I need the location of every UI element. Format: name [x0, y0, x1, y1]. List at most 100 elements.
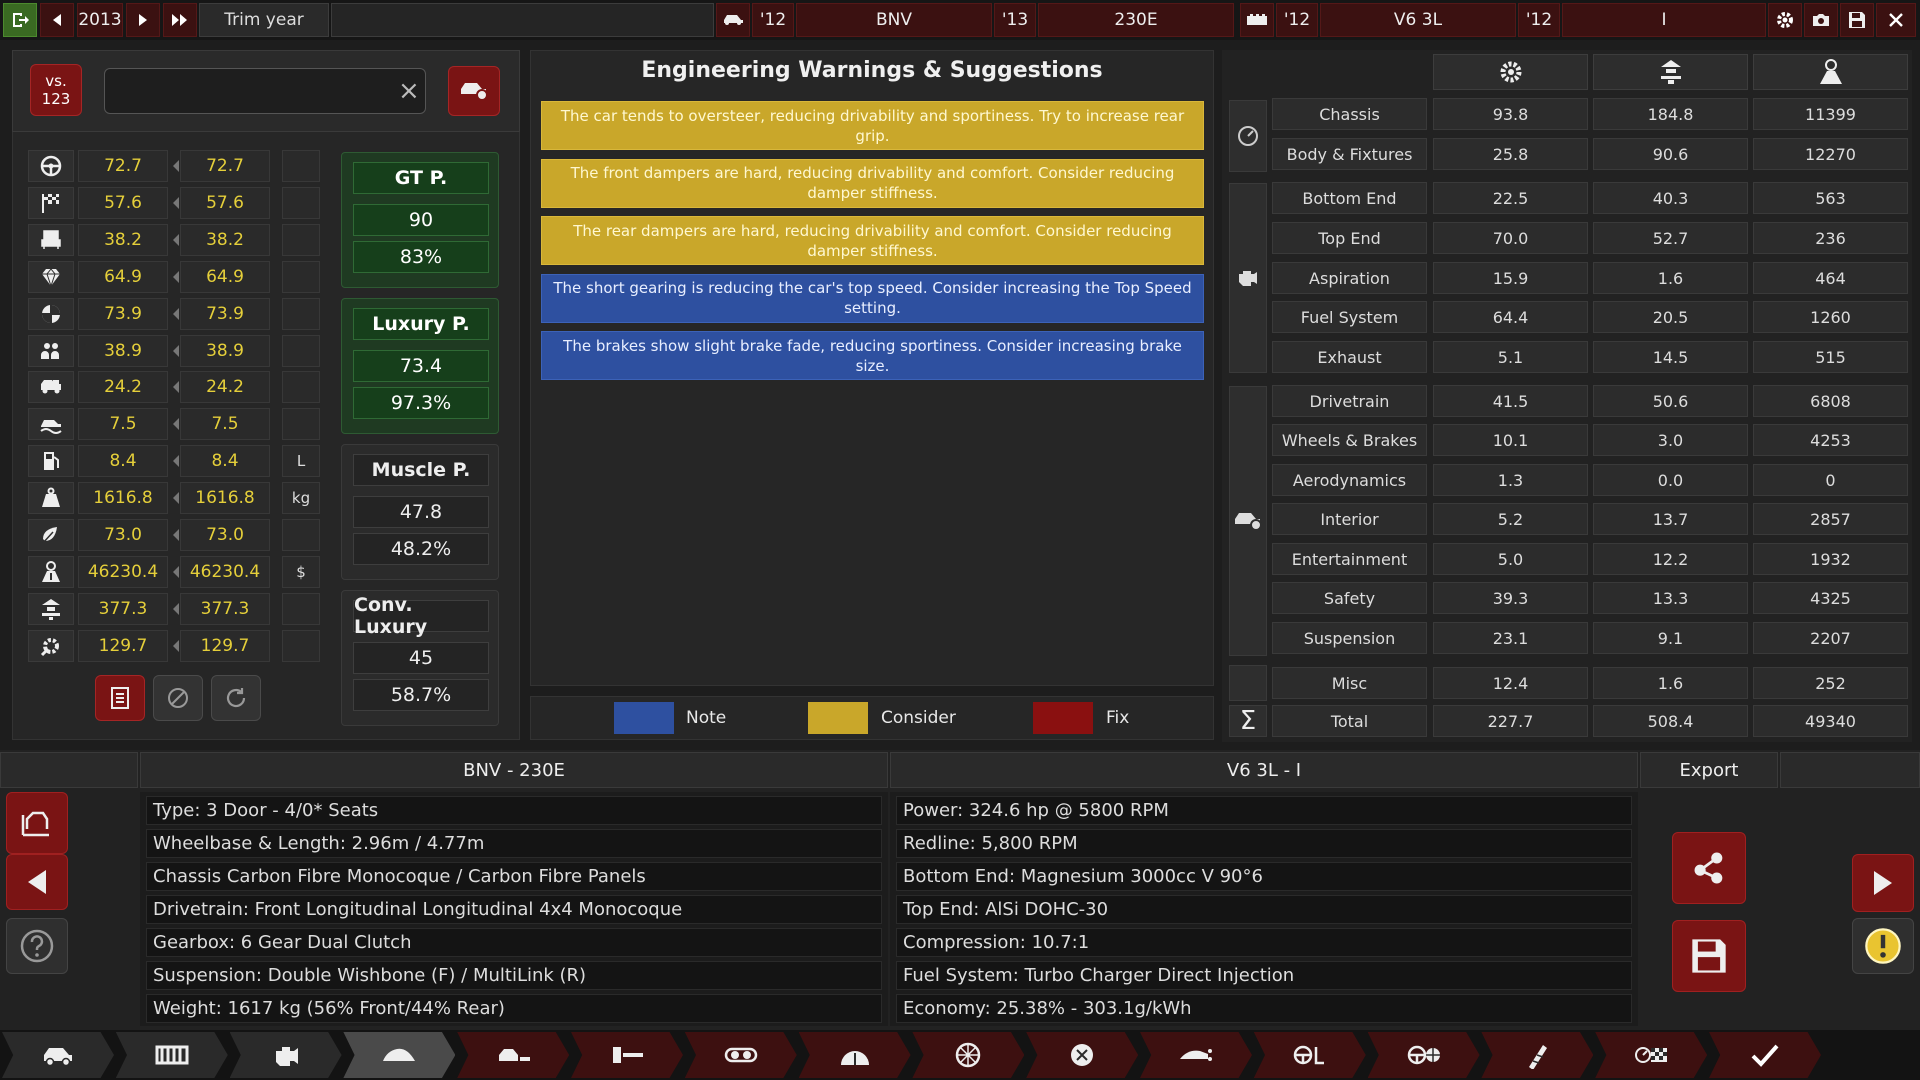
compare-marker-icon — [173, 344, 179, 357]
next-button[interactable] — [1852, 854, 1914, 912]
demographic-card[interactable]: GT P. 90 83% — [341, 152, 499, 288]
stat-unit — [282, 297, 320, 330]
stat-current-value: 38.9 — [78, 334, 168, 367]
part-engineering-time: 39.3 — [1433, 582, 1588, 614]
demographic-card[interactable]: Conv. Luxury 45 58.7% — [341, 590, 499, 726]
brakes-tab[interactable] — [798, 1032, 911, 1078]
stat-row: 46230.4 46230.4 $ — [28, 555, 328, 588]
stat-unit — [282, 150, 320, 182]
warning-item[interactable]: The front dampers are hard, reducing dri… — [541, 158, 1204, 208]
engine-block-icon[interactable] — [1240, 3, 1274, 37]
chassis-tab[interactable] — [115, 1032, 228, 1078]
stat-row: 1616.8 1616.8 kg — [28, 482, 328, 515]
part-engineering-time: 41.5 — [1433, 385, 1588, 417]
drivetrain-tab[interactable] — [684, 1032, 797, 1078]
part-production-units: 40.3 — [1593, 182, 1748, 214]
suspension-tab[interactable] — [912, 1032, 1025, 1078]
camera-icon[interactable] — [1804, 3, 1838, 37]
engine-tab[interactable] — [229, 1032, 342, 1078]
part-production-units: 508.4 — [1593, 705, 1748, 737]
stat-current-value: 7.5 — [78, 408, 168, 441]
trim-name[interactable]: 230E — [1038, 3, 1234, 37]
part-material-cost: 2857 — [1753, 503, 1908, 535]
year-fast-forward-button[interactable] — [163, 3, 197, 37]
confirm-icon — [1751, 1044, 1779, 1067]
stat-compare-value: 73.9 — [180, 297, 270, 330]
summary-line: Drivetrain: Front Longitudinal Longitudi… — [146, 895, 882, 924]
stats-tab[interactable] — [1481, 1032, 1594, 1078]
change-chassis-button[interactable] — [6, 792, 68, 854]
variant-name[interactable]: I — [1562, 3, 1766, 37]
stat-current-value: 8.4 — [78, 445, 168, 478]
help-button[interactable] — [6, 918, 68, 974]
stat-unit — [282, 223, 320, 256]
body-tab[interactable] — [343, 1032, 456, 1078]
summary-line: Economy: 25.38% - 303.1g/kWh — [896, 994, 1632, 1023]
stat-row: 38.9 38.9 — [28, 334, 328, 367]
warning-item[interactable]: The short gearing is reducing the car's … — [541, 273, 1204, 323]
stat-row: 73.9 73.9 — [28, 297, 328, 330]
part-name: Total — [1272, 705, 1427, 737]
report-button[interactable] — [95, 675, 145, 721]
stat-current-value: 129.7 — [78, 629, 168, 662]
legend-note-label: Note — [686, 708, 727, 728]
legend-fix-swatch — [1033, 702, 1093, 734]
interior-tab[interactable] — [571, 1032, 683, 1078]
warnings-legend: Note Consider Fix — [530, 696, 1214, 740]
car-model-icon — [44, 1048, 72, 1067]
part-production-units: 13.7 — [1593, 503, 1748, 535]
warning-item[interactable]: The car tends to oversteer, reducing dri… — [541, 101, 1204, 150]
part-name: Wheels & Brakes — [1272, 424, 1427, 456]
drivetrain-icon — [724, 1047, 758, 1063]
part-production-units: 50.6 — [1593, 385, 1748, 417]
car-select-button[interactable] — [448, 66, 500, 116]
finish-tab[interactable] — [1595, 1032, 1708, 1078]
stat-unit — [282, 260, 320, 293]
close-icon[interactable] — [1876, 3, 1916, 37]
trim-year-button[interactable]: Trim year — [199, 3, 329, 37]
tuning-icon — [1293, 1045, 1324, 1065]
warning-item[interactable]: The brakes show slight brake fade, reduc… — [541, 331, 1204, 380]
reset-button[interactable] — [211, 675, 261, 721]
stat-row: 129.7 129.7 — [28, 629, 328, 662]
design-tabs — [0, 1030, 1920, 1080]
warning-item[interactable]: The rear dampers are hard, reducing driv… — [541, 216, 1204, 265]
aero-tab[interactable] — [1140, 1032, 1252, 1078]
stat-compare-value: 57.6 — [180, 186, 270, 219]
settings-gear-icon[interactable] — [1768, 3, 1802, 37]
part-material-cost: 515 — [1753, 341, 1908, 373]
save-icon[interactable] — [1840, 3, 1874, 37]
confirm-tab[interactable] — [1709, 1032, 1821, 1078]
warning-button[interactable] — [1852, 918, 1914, 974]
compare-marker-icon — [173, 455, 179, 468]
year-prev-button[interactable] — [40, 3, 74, 37]
demographic-card[interactable]: Muscle P. 47.8 48.2% — [341, 444, 499, 580]
exit-icon[interactable] — [3, 3, 37, 37]
back-button[interactable] — [6, 854, 68, 910]
clear-icon[interactable]: × — [398, 76, 420, 106]
part-material-cost: 236 — [1753, 222, 1908, 254]
car-icon[interactable] — [716, 3, 750, 37]
car-model-tab[interactable] — [2, 1032, 114, 1078]
part-engineering-time: 1.3 — [1433, 464, 1588, 496]
year-next-button[interactable] — [126, 3, 160, 37]
summary-line: Chassis Carbon Fibre Monocoque / Carbon … — [146, 862, 882, 891]
engine-name[interactable]: V6 3L — [1320, 3, 1516, 37]
versus-button[interactable]: vs. 123 — [30, 64, 82, 116]
model-name[interactable]: BNV — [796, 3, 992, 37]
export-share-button[interactable] — [1672, 832, 1746, 904]
compare-search-input[interactable] — [104, 68, 426, 114]
stat-current-value: 377.3 — [78, 592, 168, 625]
disable-button[interactable] — [153, 675, 203, 721]
top-spacer — [331, 3, 714, 37]
wheels-tab[interactable] — [1026, 1032, 1139, 1078]
test-tab[interactable] — [1367, 1032, 1480, 1078]
summary-line: Compression: 10.7:1 — [896, 928, 1632, 957]
tuning-tab[interactable] — [1253, 1032, 1366, 1078]
fixtures-tab[interactable] — [457, 1032, 570, 1078]
part-material-cost: 11399 — [1753, 98, 1908, 130]
demographic-card[interactable]: Luxury P. 73.4 97.3% — [341, 298, 499, 434]
environment-icon — [28, 519, 74, 551]
export-save-button[interactable] — [1672, 920, 1746, 992]
stat-row: 64.9 64.9 — [28, 260, 328, 293]
